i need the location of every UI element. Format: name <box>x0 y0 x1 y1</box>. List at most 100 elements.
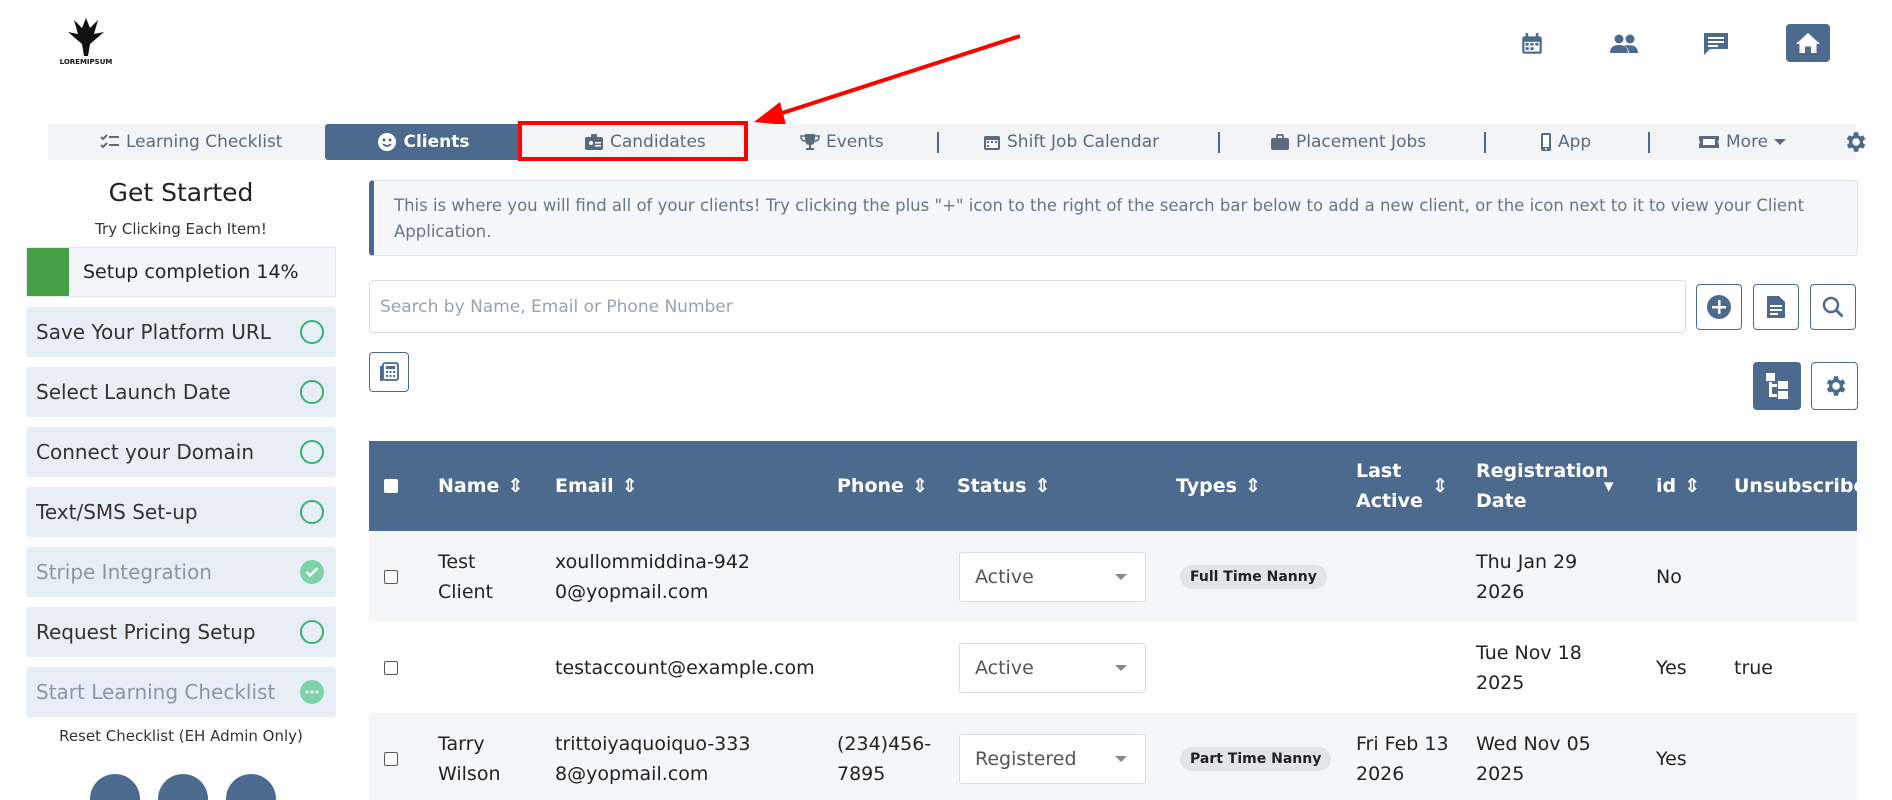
column-layout-button[interactable] <box>1753 362 1801 410</box>
tab-events[interactable]: Events <box>800 124 884 160</box>
cell-status: Active <box>959 622 1146 713</box>
table-settings-button[interactable] <box>1811 362 1858 410</box>
status-select[interactable]: Registered <box>959 733 1146 784</box>
checklist-item-launch-date[interactable]: Select Launch Date <box>26 367 336 417</box>
tab-placement-jobs[interactable]: Placement Jobs <box>1270 124 1426 160</box>
checklist-item-label: Select Launch Date <box>36 380 231 404</box>
plus-circle-icon <box>1707 295 1731 319</box>
checklist-item-sms[interactable]: Text/SMS Set-up <box>26 487 336 537</box>
checklist-item-platform-url[interactable]: Save Your Platform URL <box>26 307 336 357</box>
column-header-phone[interactable]: Phone ⇕ <box>837 441 928 531</box>
search-input[interactable] <box>369 280 1686 333</box>
add-client-button[interactable] <box>1696 284 1742 330</box>
sort-icon: ⇕ <box>911 475 928 497</box>
tab-clients[interactable]: Clients <box>325 124 522 160</box>
column-header-name[interactable]: Name ⇕ <box>438 441 523 531</box>
setup-progress: Setup completion 14% <box>26 247 336 297</box>
status-value: Active <box>975 656 1034 679</box>
calendar-icon <box>984 136 1000 150</box>
tab-label: Candidates <box>610 132 706 152</box>
calendar-icon[interactable] <box>1512 24 1552 64</box>
add-user-icon[interactable] <box>90 774 140 800</box>
table-row[interactable]: Test Client xoullommiddina-9420@yopmail.… <box>369 531 1857 622</box>
table-row[interactable]: Tarry Wilson trittoiyaquoiquo-3338@yopma… <box>369 713 1857 800</box>
tab-divider <box>1484 132 1486 153</box>
sitemap-icon <box>1766 373 1788 399</box>
cell-status: Active <box>959 531 1146 622</box>
chat-icon[interactable] <box>1696 24 1736 64</box>
tab-label: Shift Job Calendar <box>1007 132 1160 152</box>
briefcase-icon <box>1271 134 1289 150</box>
checklist-item-domain[interactable]: Connect your Domain <box>26 427 336 477</box>
cell-email: testaccount@example.com <box>555 656 815 679</box>
sort-icon: ⇕ <box>1684 475 1701 497</box>
column-header-status[interactable]: Status ⇕ <box>957 441 1050 531</box>
reset-checklist-link[interactable]: Reset Checklist (EH Admin Only) <box>26 727 336 745</box>
type-badge: Full Time Nanny <box>1180 564 1327 589</box>
cell-last-active <box>1356 622 1451 713</box>
ellipsis-icon <box>300 680 324 704</box>
status-circle-icon <box>300 620 324 644</box>
status-circle-icon <box>300 500 324 524</box>
checklist-item-label: Text/SMS Set-up <box>36 500 198 524</box>
row-checkbox[interactable] <box>384 713 398 800</box>
cell-status: Registered <box>959 713 1146 800</box>
checklist-item-pricing[interactable]: Request Pricing Setup <box>26 607 336 657</box>
settings-gear-icon[interactable] <box>1842 124 1868 160</box>
column-label: Name <box>438 475 500 497</box>
phone-icon <box>1541 133 1551 151</box>
client-application-button[interactable] <box>1753 284 1799 330</box>
cell-name: Tarry Wilson <box>438 732 501 785</box>
book-icon[interactable] <box>158 774 208 800</box>
tab-more[interactable]: More <box>1698 124 1787 160</box>
row-checkbox[interactable] <box>384 622 398 713</box>
tab-candidates[interactable]: Candidates <box>584 124 706 160</box>
chevron-down-icon <box>1115 573 1127 580</box>
column-header-last-active[interactable]: Last Active ⇕ <box>1356 441 1451 531</box>
people-icon[interactable] <box>1604 24 1644 64</box>
tab-label: Clients <box>403 132 470 152</box>
calculator-button[interactable] <box>369 352 409 392</box>
select-all-checkbox[interactable] <box>384 441 398 531</box>
home-icon <box>1796 33 1820 53</box>
tab-label: Learning Checklist <box>126 132 283 152</box>
tab-app[interactable]: App <box>1540 124 1591 160</box>
checklist-item-learning[interactable]: Start Learning Checklist <box>26 667 336 717</box>
search-button[interactable] <box>1810 284 1856 330</box>
column-header-registration-date[interactable]: Registration Date ▾ <box>1476 441 1626 531</box>
cell-unsubscribed: true <box>1734 656 1773 679</box>
checklist-icon[interactable] <box>226 774 276 800</box>
tab-learning-checklist[interactable]: Learning Checklist <box>100 124 282 160</box>
column-header-email[interactable]: Email ⇕ <box>555 441 638 531</box>
chevron-down-icon <box>1774 139 1787 145</box>
smile-icon <box>378 133 397 151</box>
status-circle-icon <box>300 380 324 404</box>
trophy-icon <box>800 134 820 150</box>
column-label: Status <box>957 475 1027 497</box>
column-header-types[interactable]: Types ⇕ <box>1176 441 1261 531</box>
annotation-arrow <box>754 34 1021 125</box>
row-checkbox[interactable] <box>384 531 398 622</box>
tab-shift-job-calendar[interactable]: Shift Job Calendar <box>983 124 1159 160</box>
sort-icon: ⇕ <box>1432 475 1448 497</box>
cell-last-active: Fri Feb 13 2026 <box>1356 732 1449 785</box>
progress-fill <box>27 248 69 296</box>
home-button[interactable] <box>1786 24 1830 62</box>
logo[interactable]: LOREMIPSUM <box>60 14 112 70</box>
table-header: Name ⇕ Email ⇕ Phone ⇕ Status ⇕ Types ⇕ … <box>369 441 1857 531</box>
status-select[interactable]: Active <box>959 642 1146 693</box>
status-select[interactable]: Active <box>959 551 1146 602</box>
column-label: Email <box>555 475 614 497</box>
getting-started-panel: Get Started Try Clicking Each Item! Setu… <box>26 176 336 745</box>
tab-divider <box>1648 132 1650 153</box>
column-header-id[interactable]: id ⇕ <box>1656 441 1700 531</box>
panel-subtitle: Try Clicking Each Item! <box>95 220 267 238</box>
tab-label: App <box>1558 132 1592 152</box>
table-row[interactable]: testaccount@example.com Active Tue Nov 1… <box>369 622 1857 713</box>
status-circle-icon <box>300 440 324 464</box>
cell-id: Yes <box>1656 747 1687 770</box>
calculator-icon <box>380 362 399 381</box>
column-header-unsubscribed[interactable]: Unsubscribed <box>1734 441 1857 531</box>
status-circle-icon <box>300 320 324 344</box>
checklist-item-stripe[interactable]: Stripe Integration <box>26 547 336 597</box>
